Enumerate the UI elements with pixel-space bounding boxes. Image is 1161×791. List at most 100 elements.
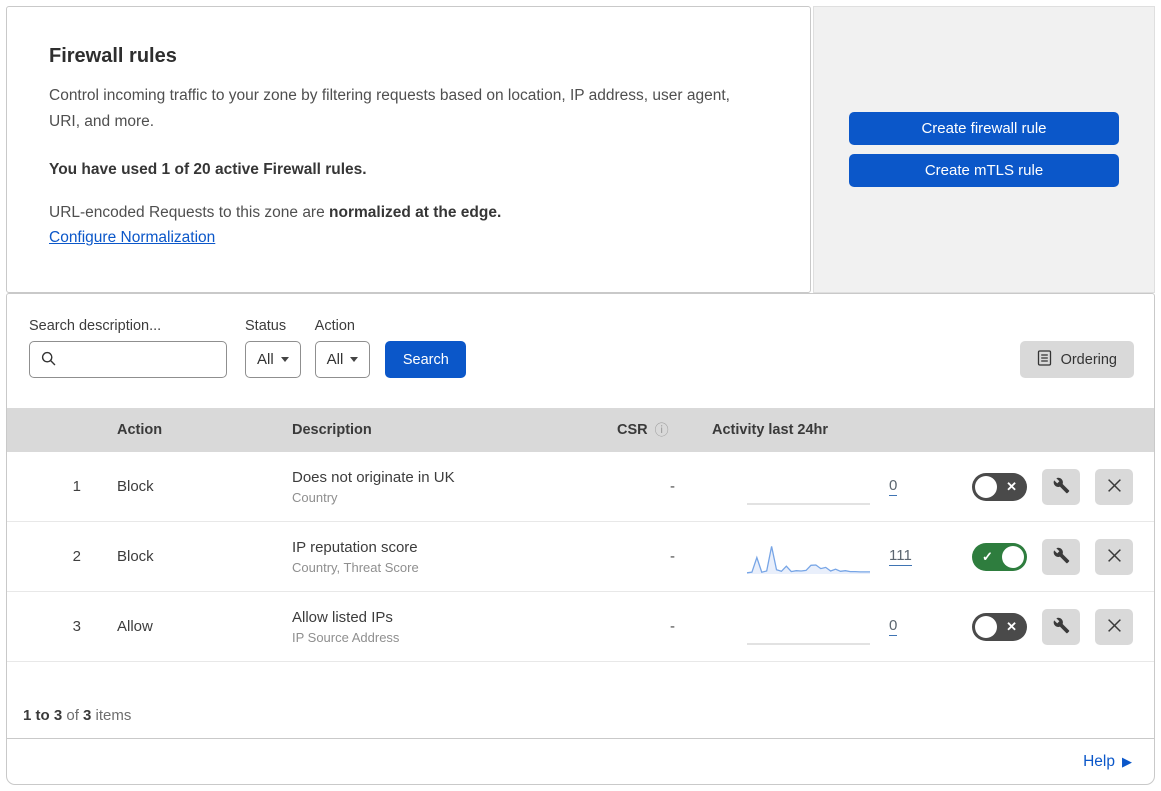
search-label: Search description... <box>29 318 162 334</box>
chevron-down-icon <box>280 357 289 362</box>
rule-controls: ✕ <box>927 608 1154 645</box>
configure-normalization-link[interactable]: Configure Normalization <box>49 229 215 247</box>
status-filter-group: Status All <box>245 318 301 378</box>
ordering-list-icon <box>1037 349 1052 370</box>
firewall-rules-page: Firewall rules Control incoming traffic … <box>0 0 1161 791</box>
search-button[interactable]: Search <box>385 341 467 378</box>
rule-csr: - <box>670 618 675 635</box>
activity-count-link[interactable]: 0 <box>889 617 898 636</box>
edit-rule-button[interactable] <box>1042 468 1080 505</box>
items-of: of <box>62 707 84 724</box>
wrench-icon <box>1053 477 1070 497</box>
rule-enabled-toggle[interactable]: ✕ <box>972 612 1027 641</box>
rule-description[interactable]: Allow listed IPs <box>292 609 597 626</box>
ordering-button-label: Ordering <box>1060 351 1117 368</box>
table-row: 1 Block Does not originate in UK Country… <box>7 452 1154 522</box>
close-icon <box>1107 548 1122 566</box>
rule-activity-cell: 0 <box>712 608 927 646</box>
toggle-state-icon: ✓ <box>982 548 993 564</box>
page-description: Control incoming traffic to your zone by… <box>49 87 730 130</box>
search-group: Search description... <box>29 318 227 378</box>
edit-rule-button[interactable] <box>1042 538 1080 575</box>
items-range: 1 to 3 <box>23 707 63 724</box>
rule-description-cell: Allow listed IPs IP Source Address <box>272 609 597 645</box>
rule-action: Block <box>117 548 154 565</box>
rule-fields: Country, Threat Score <box>292 559 419 575</box>
top-section: Firewall rules Control incoming traffic … <box>6 6 1155 293</box>
rule-description-cell: IP reputation score Country, Threat Scor… <box>272 539 597 575</box>
table-header: Action Description CSR ⓘ Activity last 2… <box>7 408 1154 452</box>
rule-action: Allow <box>117 618 153 635</box>
rule-fields: IP Source Address <box>292 629 400 645</box>
toggle-knob <box>975 475 997 498</box>
rule-priority: 2 <box>72 548 81 565</box>
column-header-description: Description <box>292 422 372 438</box>
rule-action: Block <box>117 478 154 495</box>
rule-description[interactable]: Does not originate in UK <box>292 469 597 486</box>
action-filter-group: Action All <box>314 318 371 378</box>
info-icon[interactable]: ⓘ <box>655 420 669 440</box>
toggle-knob <box>975 615 997 638</box>
rule-priority: 3 <box>72 618 81 635</box>
delete-rule-button[interactable] <box>1095 468 1133 505</box>
delete-rule-button[interactable] <box>1095 608 1133 645</box>
rules-list-card: Search description... Status All Action <box>6 293 1155 785</box>
search-input[interactable] <box>29 341 227 378</box>
delete-rule-button[interactable] <box>1095 538 1133 575</box>
rule-controls: ✓ <box>927 538 1154 575</box>
activity-sparkline <box>747 643 870 644</box>
rule-enabled-toggle[interactable]: ✕ <box>972 472 1027 501</box>
items-label: items <box>91 707 132 724</box>
normalization-bold-text: normalized at the edge. <box>329 204 502 222</box>
rule-csr: - <box>670 548 675 565</box>
activity-sparkline <box>747 503 870 504</box>
status-dropdown-value: All <box>257 351 274 368</box>
column-header-activity: Activity last 24hr <box>712 422 829 438</box>
create-mtls-rule-button[interactable]: Create mTLS rule <box>849 154 1119 187</box>
filters-bar: Search description... Status All Action <box>7 294 1154 408</box>
table-row: 3 Allow Allow listed IPs IP Source Addre… <box>7 592 1154 662</box>
toggle-state-icon: ✕ <box>1006 618 1017 634</box>
csr-header-label: CSR <box>617 422 648 438</box>
activity-count-link[interactable]: 111 <box>889 547 912 566</box>
create-firewall-rule-button[interactable]: Create firewall rule <box>849 112 1119 145</box>
status-label: Status <box>245 318 287 334</box>
rule-controls: ✕ <box>927 468 1154 505</box>
table-row: 2 Block IP reputation score Country, Thr… <box>7 522 1154 592</box>
close-icon <box>1107 478 1122 496</box>
help-label: Help <box>1083 752 1115 770</box>
action-dropdown[interactable]: All <box>314 341 371 378</box>
rule-priority: 1 <box>72 478 81 495</box>
status-dropdown[interactable]: All <box>245 341 301 378</box>
actions-panel: Create firewall rule Create mTLS rule <box>813 6 1155 293</box>
help-arrow-icon: ▶ <box>1122 754 1132 769</box>
search-wrap <box>29 341 227 378</box>
rule-description[interactable]: IP reputation score <box>292 539 597 556</box>
wrench-icon <box>1053 547 1070 567</box>
column-header-action: Action <box>117 422 163 438</box>
normalization-note: URL-encoded Requests to this zone are no… <box>49 204 768 222</box>
action-label: Action <box>314 318 355 334</box>
rule-description-cell: Does not originate in UK Country <box>272 469 597 505</box>
pagination-summary: 1 to 3 of 3 items <box>7 707 1154 738</box>
action-dropdown-value: All <box>326 351 344 368</box>
wrench-icon <box>1053 617 1070 637</box>
rule-activity-cell: 0 <box>712 468 927 506</box>
table-spacer <box>7 662 1154 707</box>
rule-csr: - <box>670 478 675 495</box>
usage-summary: You have used 1 of 20 active Firewall ru… <box>49 161 367 179</box>
normalization-text: URL-encoded Requests to this zone are <box>49 204 330 222</box>
edit-rule-button[interactable] <box>1042 608 1080 645</box>
help-link[interactable]: Help ▶ <box>1083 753 1132 771</box>
rule-enabled-toggle[interactable]: ✓ <box>972 542 1027 571</box>
chevron-down-icon <box>350 357 359 362</box>
column-header-csr: CSR ⓘ <box>597 420 712 440</box>
activity-sparkline <box>746 545 870 574</box>
page-title: Firewall rules <box>49 45 177 67</box>
rule-activity-cell: 111 <box>712 538 927 576</box>
toggle-knob <box>1002 545 1024 568</box>
close-icon <box>1107 618 1122 636</box>
ordering-button[interactable]: Ordering <box>1019 341 1134 378</box>
toggle-state-icon: ✕ <box>1006 478 1017 494</box>
activity-count-link[interactable]: 0 <box>889 477 898 496</box>
